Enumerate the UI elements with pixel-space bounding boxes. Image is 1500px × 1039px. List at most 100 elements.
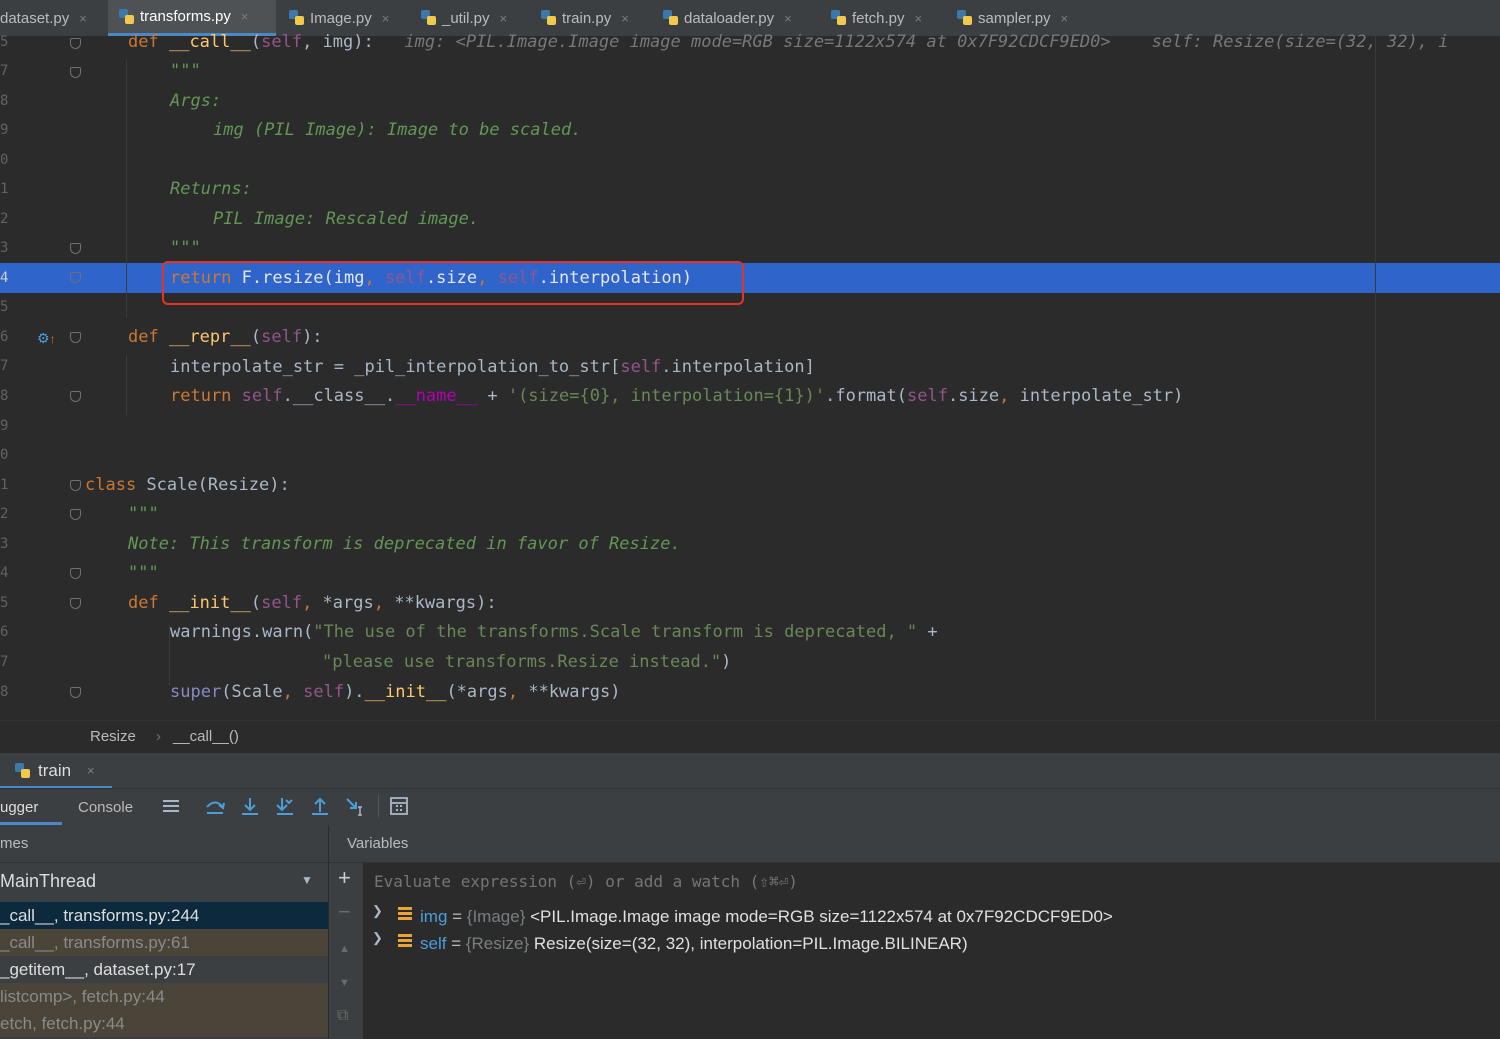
line-number: 9 bbox=[0, 418, 8, 434]
line-number: 8 bbox=[0, 388, 8, 404]
step-into-my-code-icon[interactable] bbox=[274, 795, 296, 817]
code-line: Note: This transform is deprecated in fa… bbox=[128, 534, 681, 554]
watch-sidebar: + − ▲ ▼ ⧉ bbox=[329, 863, 363, 1039]
variable-row[interactable]: self = {Resize} Resize(size=(32, 32), in… bbox=[420, 930, 968, 957]
run-tab-train[interactable]: train × bbox=[0, 753, 112, 789]
chevron-down-icon[interactable]: ▼ bbox=[301, 873, 313, 887]
tab-label: _util.py bbox=[442, 9, 490, 27]
remove-watch-icon[interactable]: − bbox=[338, 899, 351, 925]
close-icon[interactable]: × bbox=[241, 9, 249, 24]
code-line: def __call__(self, img): img: <PIL.Image… bbox=[128, 32, 1449, 52]
run-to-cursor-icon[interactable] bbox=[344, 795, 366, 817]
python-file-icon bbox=[956, 9, 974, 27]
code-line: interpolate_str = _pil_interpolation_to_… bbox=[170, 357, 815, 377]
fold-icon[interactable] bbox=[70, 38, 81, 49]
fold-icon[interactable] bbox=[70, 509, 81, 520]
step-into-icon[interactable] bbox=[239, 795, 261, 817]
line-number: 8 bbox=[0, 684, 8, 700]
close-icon[interactable]: × bbox=[87, 763, 95, 778]
right-margin-guide bbox=[1375, 36, 1376, 720]
code-line: super(Scale, self).__init__(*args, **kwa… bbox=[170, 682, 621, 702]
code-line: img (PIL Image): Image to be scaled. bbox=[213, 120, 582, 140]
fold-icon[interactable] bbox=[70, 332, 81, 343]
expand-chevron-icon[interactable]: ❯ bbox=[372, 903, 383, 919]
frames-header-label: mes bbox=[0, 835, 29, 852]
line-number: 2 bbox=[0, 211, 8, 227]
variable-type-icon bbox=[398, 934, 412, 948]
toolbar-divider bbox=[378, 795, 379, 817]
fold-icon[interactable] bbox=[70, 687, 81, 698]
tab-label: sampler.py bbox=[978, 9, 1051, 27]
tab-debugger-label: ugger bbox=[0, 799, 39, 816]
evaluate-expression-icon[interactable] bbox=[388, 795, 410, 817]
variable-type: {Resize} bbox=[465, 934, 530, 953]
variable-row[interactable]: img = {Image} <PIL.Image.Image image mod… bbox=[420, 903, 1113, 930]
close-icon[interactable]: × bbox=[1061, 11, 1069, 26]
line-number: 5 bbox=[0, 299, 8, 315]
code-line: """ bbox=[128, 563, 159, 583]
fold-icon[interactable] bbox=[70, 67, 81, 78]
line-number: 7 bbox=[0, 358, 8, 374]
thread-selector[interactable]: MainThread ▼ bbox=[0, 863, 328, 900]
tab-debugger[interactable]: ugger bbox=[0, 789, 62, 825]
step-out-icon[interactable] bbox=[309, 795, 331, 817]
breadcrumb-class[interactable]: Resize bbox=[90, 728, 136, 745]
line-number: 9 bbox=[0, 122, 8, 138]
thread-label: MainThread bbox=[0, 871, 97, 891]
code-line: "please use transforms.Resize instead.") bbox=[322, 652, 732, 672]
indent-guide bbox=[126, 355, 127, 415]
code-line: """ bbox=[128, 504, 159, 524]
line-number: 5 bbox=[0, 34, 8, 50]
annotation-highlight-box bbox=[162, 261, 744, 305]
line-number: 5 bbox=[0, 595, 8, 611]
python-file-icon bbox=[830, 9, 848, 27]
frame-item[interactable]: listcomp>, fetch.py:44 bbox=[0, 983, 328, 1010]
tab-label: fetch.py bbox=[852, 9, 905, 27]
code-line: def __repr__(self): bbox=[128, 327, 323, 347]
frame-item[interactable]: _call__, transforms.py:244 bbox=[0, 902, 328, 929]
close-icon[interactable]: × bbox=[915, 11, 923, 26]
code-line: warnings.warn("The use of the transforms… bbox=[170, 622, 938, 642]
line-number: 8 bbox=[0, 93, 8, 109]
fold-icon[interactable] bbox=[70, 568, 81, 579]
override-icon[interactable]: ⚙↑ bbox=[37, 330, 56, 347]
frame-item[interactable]: _getitem__, dataset.py:17 bbox=[0, 956, 328, 983]
python-file-icon bbox=[540, 9, 558, 27]
close-icon[interactable]: × bbox=[621, 11, 629, 26]
close-icon[interactable]: × bbox=[500, 11, 508, 26]
variable-name: self bbox=[420, 934, 447, 953]
tab-label: Image.py bbox=[310, 9, 372, 27]
close-icon[interactable]: × bbox=[784, 11, 792, 26]
close-icon[interactable]: × bbox=[382, 11, 390, 26]
fold-icon[interactable] bbox=[70, 598, 81, 609]
fold-icon[interactable] bbox=[70, 391, 81, 402]
add-watch-icon[interactable]: + bbox=[338, 865, 351, 891]
close-icon[interactable]: × bbox=[79, 11, 87, 26]
python-file-icon bbox=[662, 9, 680, 27]
tab-console[interactable]: Console bbox=[78, 799, 133, 816]
fold-icon[interactable] bbox=[70, 272, 81, 283]
move-down-icon[interactable]: ▼ bbox=[339, 977, 350, 989]
expand-chevron-icon[interactable]: ❯ bbox=[372, 930, 383, 946]
menu-icon[interactable] bbox=[160, 795, 182, 817]
move-up-icon[interactable]: ▲ bbox=[339, 943, 350, 955]
frame-item[interactable]: _call__, transforms.py:61 bbox=[0, 929, 328, 956]
evaluate-expression-input[interactable] bbox=[365, 864, 1495, 899]
variable-name: img bbox=[420, 907, 448, 926]
python-file-icon bbox=[118, 8, 136, 26]
line-number: 1 bbox=[0, 477, 8, 493]
debug-run-tab-bar: train × bbox=[0, 752, 1500, 789]
frame-item[interactable]: etch, fetch.py:44 bbox=[0, 1010, 328, 1037]
python-file-icon bbox=[420, 9, 438, 27]
line-number: 4 bbox=[0, 270, 8, 286]
code-line: PIL Image: Rescaled image. bbox=[213, 209, 480, 229]
fold-icon[interactable] bbox=[70, 243, 81, 254]
fold-icon[interactable] bbox=[70, 480, 81, 491]
breadcrumb-method[interactable]: __call__() bbox=[173, 728, 239, 745]
copy-icon[interactable]: ⧉ bbox=[337, 1007, 348, 1025]
line-number: 0 bbox=[0, 447, 8, 463]
line-number: 4 bbox=[0, 565, 8, 581]
code-line: """ bbox=[170, 61, 201, 81]
tab-dataset-py[interactable]: dataset.py × bbox=[0, 0, 104, 36]
step-over-icon[interactable] bbox=[204, 795, 226, 817]
